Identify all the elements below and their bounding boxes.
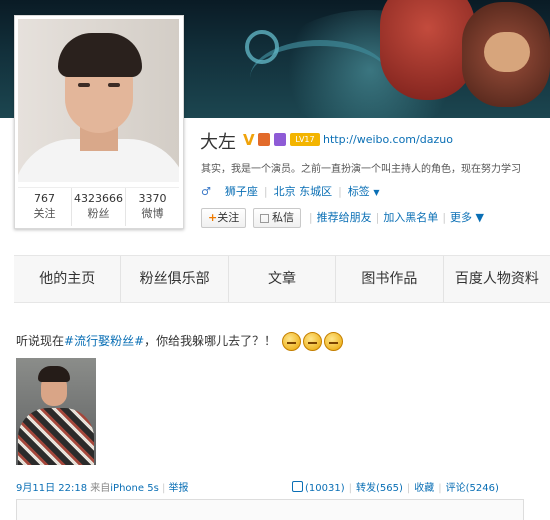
divider: | — [442, 211, 447, 224]
profile-card: 767 关注 4323666 粉丝 3370 微博 — [14, 15, 184, 229]
stat-posts-label: 微博 — [141, 207, 164, 220]
badge-icon-2[interactable] — [274, 133, 286, 146]
divider: | — [406, 483, 411, 494]
tab-home[interactable]: 他的主页 — [14, 256, 122, 302]
profile-name: 大左 — [200, 132, 236, 153]
thumbs-up-icon — [292, 481, 303, 492]
blacklist-link[interactable]: 加入黑名单 — [383, 208, 438, 228]
divider: | — [375, 211, 380, 224]
post-image[interactable] — [16, 358, 96, 465]
divider: | — [161, 483, 166, 494]
angry-emoji-icon — [323, 332, 343, 351]
male-icon: ♂ — [201, 185, 211, 198]
stat-following[interactable]: 767 关注 — [18, 188, 72, 226]
report-link[interactable]: 举报 — [169, 483, 189, 494]
location-link[interactable]: 北京 东城区 — [274, 185, 333, 198]
stat-followers[interactable]: 4323666 粉丝 — [72, 188, 126, 226]
source-prefix: 来自 — [90, 483, 111, 494]
topic-link[interactable]: #流行娶粉丝# — [64, 334, 144, 348]
stat-followers-value: 4323666 — [74, 192, 123, 205]
follow-button-label: 关注 — [217, 211, 240, 224]
envelope-icon — [260, 213, 270, 223]
banner-character-bear — [462, 2, 550, 107]
profile-url-link[interactable]: http://weibo.com/dazuo — [323, 133, 453, 146]
profile-tabs: 他的主页 粉丝俱乐部 文章 图书作品 百度人物资料 — [14, 255, 550, 303]
stat-following-label: 关注 — [33, 207, 56, 220]
post-meta: 9月11日 22:18 来自iPhone 5s | 举报 — [16, 479, 189, 494]
post-time-link[interactable]: 9月11日 22:18 — [16, 483, 87, 494]
angry-emoji-icon — [281, 332, 301, 351]
chevron-down-icon: ▼ — [472, 211, 484, 224]
stat-posts[interactable]: 3370 微博 — [126, 188, 179, 226]
chevron-down-icon: ▼ — [373, 188, 380, 197]
more-menu[interactable]: 更多 — [450, 208, 472, 228]
post-text-after: ，你给我躲哪儿去了？！ — [144, 334, 277, 348]
divider: | — [308, 211, 313, 224]
follow-button[interactable]: +关注 — [201, 208, 247, 228]
post-card: 听说现在#流行娶粉丝#，你给我躲哪儿去了？！ 9月11日 22:18 来自iPh… — [0, 302, 550, 520]
divider: | — [438, 483, 442, 494]
divider: | — [348, 483, 352, 494]
like-count: (10031) — [305, 483, 345, 494]
repost-button[interactable]: 转发(565) — [356, 483, 403, 494]
divider: | — [263, 185, 268, 198]
tab-books[interactable]: 图书作品 — [336, 256, 444, 302]
banner-swirl — [245, 30, 279, 64]
verified-icon[interactable]: V — [243, 131, 255, 149]
tags-link[interactable]: 标签 — [348, 185, 370, 198]
comment-area[interactable] — [16, 499, 524, 520]
badge-icon-1[interactable] — [258, 133, 270, 146]
stat-followers-label: 粉丝 — [87, 207, 110, 220]
like-button[interactable]: (10031) — [292, 481, 345, 494]
tab-articles[interactable]: 文章 — [229, 256, 337, 302]
favorite-button[interactable]: 收藏 — [414, 483, 434, 494]
tab-fan-club[interactable]: 粉丝俱乐部 — [121, 256, 229, 302]
source-link[interactable]: iPhone 5s — [110, 483, 159, 494]
zodiac-link[interactable]: 狮子座 — [225, 185, 258, 198]
post-actions: (10031) | 转发(565) | 收藏 | 评论(5246) — [292, 479, 499, 494]
tab-baidu-profile[interactable]: 百度人物资料 — [444, 256, 550, 302]
plus-icon: + — [208, 211, 218, 224]
post-text: 听说现在#流行娶粉丝#，你给我躲哪儿去了？！ — [16, 332, 343, 351]
comment-button[interactable]: 评论(5246) — [446, 483, 499, 494]
level-badge[interactable]: LV17 — [290, 133, 320, 146]
message-button-label: 私信 — [272, 211, 295, 224]
banner-character-red — [380, 0, 475, 100]
stat-following-value: 767 — [34, 192, 55, 205]
post-text-before: 听说现在 — [16, 334, 65, 348]
divider: | — [338, 185, 342, 198]
profile-intro: 其实，我是一个演员。之前一直扮演一个叫主持人的角色，现在努力学习 — [201, 164, 521, 175]
avatar[interactable] — [18, 19, 179, 182]
stat-posts-value: 3370 — [138, 192, 167, 205]
recommend-link[interactable]: 推荐给朋友 — [317, 208, 372, 228]
profile-stats: 767 关注 4323666 粉丝 3370 微博 — [18, 187, 179, 226]
profile-info-row: ♂ 狮子座 | 北京 东城区 | 标签 ▼ — [201, 183, 379, 199]
profile-action-row: +关注 私信 | 推荐给朋友 | 加入黑名单 | 更多 ▼ — [201, 208, 484, 228]
message-button[interactable]: 私信 — [253, 208, 302, 228]
angry-emoji-icon — [302, 332, 322, 351]
